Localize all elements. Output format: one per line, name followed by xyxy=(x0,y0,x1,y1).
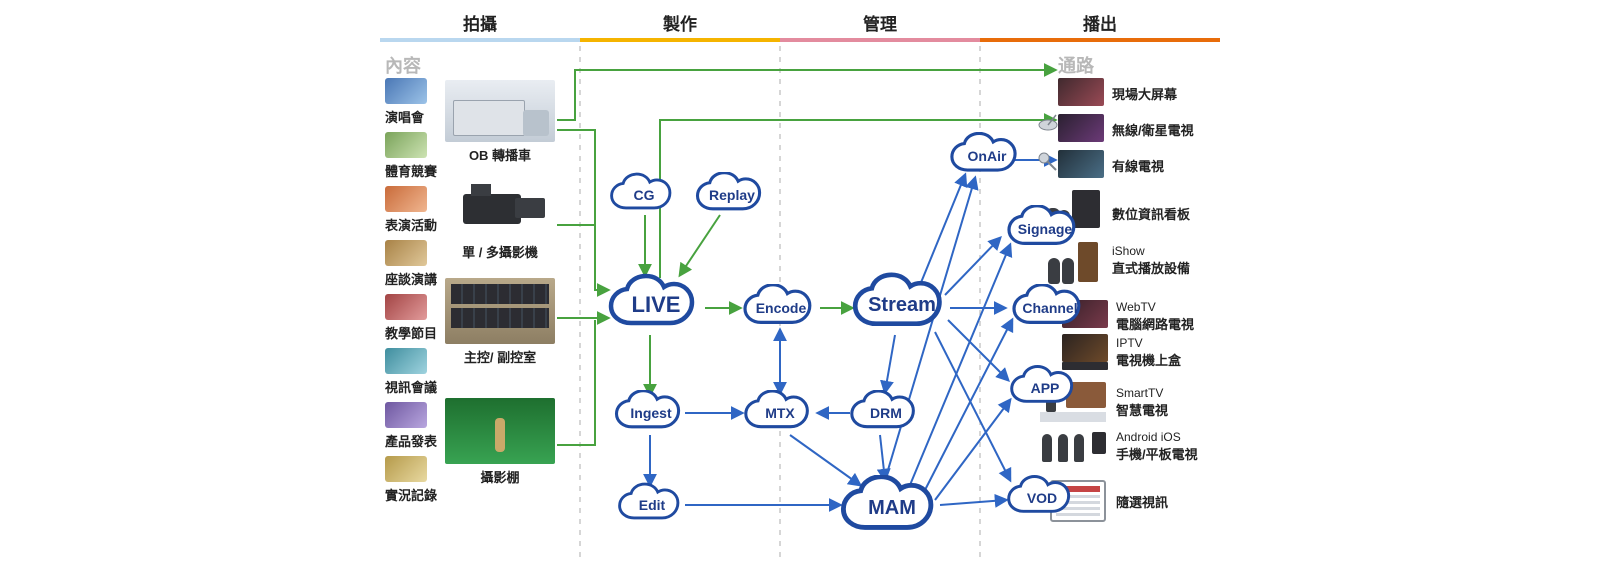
label-cable: 有線電視 xyxy=(1112,156,1164,175)
thumb-satellite xyxy=(1058,114,1104,142)
label-webtv: WebTV xyxy=(1116,300,1156,314)
label-sports: 體育競賽 xyxy=(385,161,437,180)
cloud-mam: MAM xyxy=(838,475,946,541)
label-smarttv: SmartTV xyxy=(1116,386,1163,400)
cloud-signage: Signage xyxy=(1000,205,1090,253)
cap-camera: 單 / 多攝影機 xyxy=(445,242,555,261)
label-ishow-sub: 直式播放設備 xyxy=(1112,258,1190,277)
thumb-rec xyxy=(385,456,427,482)
thumb-bigscreen xyxy=(1058,78,1104,106)
cap-studio: 攝影棚 xyxy=(445,467,555,486)
thumb-show xyxy=(385,186,427,212)
label-mobile: Android iOS xyxy=(1116,430,1181,444)
thumb-launch xyxy=(385,402,427,428)
thumb-iptv xyxy=(1062,334,1108,362)
label-smarttv-sub: 智慧電視 xyxy=(1116,400,1168,419)
label-signage: 數位資訊看板 xyxy=(1112,204,1190,223)
label-iptv: IPTV xyxy=(1116,336,1143,350)
satellite-icon xyxy=(1036,112,1060,138)
cloud-ingest: Ingest xyxy=(612,390,690,436)
cloud-channel: Channel xyxy=(1005,284,1095,332)
cloud-live: LIVE xyxy=(606,272,706,338)
cloud-app: APP xyxy=(1008,365,1082,411)
thumb-concert xyxy=(385,78,427,104)
mic-icon xyxy=(1036,150,1058,172)
cloud-replay: Replay xyxy=(690,172,774,218)
thumb-cable xyxy=(1058,150,1104,178)
img-control-room xyxy=(445,278,555,344)
thumb-conf xyxy=(385,348,427,374)
section-title-channels: 通路 xyxy=(1058,52,1094,78)
label-vod: 隨選視訊 xyxy=(1116,492,1168,511)
img-ob-van xyxy=(445,80,555,142)
label-satellite: 無線/衛星電視 xyxy=(1112,120,1194,139)
cloud-onair: OnAir xyxy=(948,132,1026,180)
label-show: 表演活動 xyxy=(385,215,437,234)
label-mobile-sub: 手機/平板電視 xyxy=(1116,444,1198,463)
thumb-talk xyxy=(385,240,427,266)
cloud-mtx: MTX xyxy=(742,390,818,436)
thumb-mobile xyxy=(1040,428,1106,468)
label-webtv-sub: 電腦網路電視 xyxy=(1116,314,1194,333)
label-concert: 演唱會 xyxy=(385,107,424,126)
cloud-cg: CG xyxy=(608,172,680,218)
cap-ob-van: OB 轉播車 xyxy=(445,145,555,164)
label-launch: 產品發表 xyxy=(385,431,437,450)
img-studio xyxy=(445,398,555,464)
cloud-drm: DRM xyxy=(848,390,924,436)
cap-mcr: 主控/ 副控室 xyxy=(445,347,555,366)
label-iptv-sub: 電視機上盒 xyxy=(1116,350,1181,369)
cloud-encode: Encode xyxy=(740,284,822,332)
cloud-edit: Edit xyxy=(616,482,688,528)
label-conf: 視訊會議 xyxy=(385,377,437,396)
cloud-vod: VOD xyxy=(1005,475,1079,521)
label-rec: 實況記錄 xyxy=(385,485,437,504)
img-camera xyxy=(445,180,555,240)
label-talk: 座談演講 xyxy=(385,269,437,288)
thumb-sports xyxy=(385,132,427,158)
thumb-edu xyxy=(385,294,427,320)
label-bigscreen: 現場大屏幕 xyxy=(1112,84,1177,103)
section-title-content: 內容 xyxy=(385,52,421,78)
label-ishow: iShow xyxy=(1112,244,1145,258)
label-edu: 教學節目 xyxy=(385,323,437,342)
cloud-stream: Stream xyxy=(850,272,954,338)
